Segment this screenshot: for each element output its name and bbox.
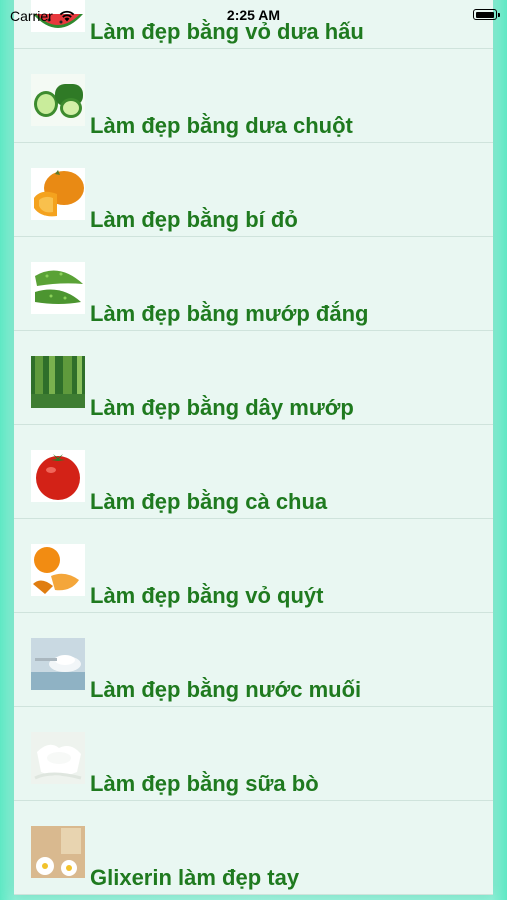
list-item-label: Làm đẹp bằng mướp đắng xyxy=(90,301,369,326)
status-bar: Carrier 2:25 AM xyxy=(0,0,507,30)
list-item-label: Làm đẹp bằng dưa chuột xyxy=(90,113,353,138)
salt-water-thumbnail xyxy=(31,638,85,690)
list-item-label: Làm đẹp bằng bí đỏ xyxy=(90,207,298,232)
list-item[interactable]: Làm đẹp bằng mướp đắng xyxy=(14,237,493,331)
list-item-label: Làm đẹp bằng vỏ quýt xyxy=(90,583,324,608)
list-item[interactable]: Làm đẹp bằng cà chua xyxy=(14,425,493,519)
list-item-label: Làm đẹp bằng sữa bò xyxy=(90,771,319,796)
list-item[interactable]: Làm đẹp bằng vỏ quýt xyxy=(14,519,493,613)
list-item[interactable]: Glixerin làm đẹp tay xyxy=(14,801,493,895)
list-item-label: Glixerin làm đẹp tay xyxy=(90,865,300,890)
list-item-label: Làm đẹp bằng nước muối xyxy=(90,677,362,702)
list-item[interactable]: Làm đẹp bằng dưa chuột xyxy=(14,49,493,143)
glycerin-thumbnail xyxy=(31,826,85,878)
article-list[interactable]: Làm đẹp bằng vỏ dưa hấu Làm đẹp bằng dưa… xyxy=(14,0,493,895)
luffa-vine-thumbnail xyxy=(31,356,85,408)
list-item[interactable]: Làm đẹp bằng sữa bò xyxy=(14,707,493,801)
list-item[interactable]: Làm đẹp bằng dây mướp xyxy=(14,331,493,425)
battery-icon xyxy=(473,9,500,20)
list-item[interactable]: Làm đẹp bằng nước muối xyxy=(14,613,493,707)
list-item-label: Làm đẹp bằng dây mướp xyxy=(90,395,354,420)
cucumber-thumbnail xyxy=(31,74,85,126)
list-item-label: Làm đẹp bằng cà chua xyxy=(90,489,328,514)
bitter-melon-thumbnail xyxy=(31,262,85,314)
list-item[interactable]: Làm đẹp bằng bí đỏ xyxy=(14,143,493,237)
status-time: 2:25 AM xyxy=(226,7,281,23)
cow-milk-thumbnail xyxy=(31,732,85,784)
pumpkin-thumbnail xyxy=(31,168,85,220)
tangerine-peel-thumbnail xyxy=(31,544,85,596)
tomato-thumbnail xyxy=(31,450,85,502)
